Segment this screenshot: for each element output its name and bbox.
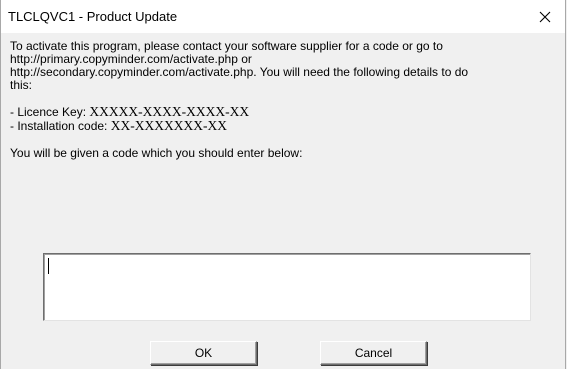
dialog-content: To activate this program, please contact…: [1, 33, 565, 369]
text-caret: [48, 258, 49, 274]
licence-key-row: - Licence Key: XXXXX-XXXX-XXXX-XX: [10, 105, 249, 119]
title-bar[interactable]: TLCLQVC1 - Product Update: [1, 0, 565, 33]
licence-key-value: XXXXX-XXXX-XXXX-XX: [89, 104, 250, 119]
instructions-line-4: this:: [10, 78, 33, 92]
installation-code-row: - Installation code: XX-XXXXXXX-XX: [10, 119, 227, 133]
cancel-button[interactable]: Cancel: [320, 341, 427, 365]
ok-button[interactable]: OK: [150, 341, 257, 365]
window-title: TLCLQVC1 - Product Update: [8, 9, 178, 24]
licence-key-label: - Licence Key:: [10, 105, 87, 119]
close-button[interactable]: [525, 0, 565, 33]
activation-code-input[interactable]: [43, 253, 531, 321]
enter-code-instruction: You will be given a code which you shoul…: [10, 146, 303, 160]
dialog-window: TLCLQVC1 - Product Update To activate th…: [0, 0, 566, 369]
installation-code-label: - Installation code:: [10, 119, 108, 133]
installation-code-value: XX-XXXXXXX-XX: [110, 118, 227, 133]
close-icon: [539, 11, 551, 22]
instructions-line-3: http://secondary.copyminder.com/activate…: [10, 65, 469, 79]
